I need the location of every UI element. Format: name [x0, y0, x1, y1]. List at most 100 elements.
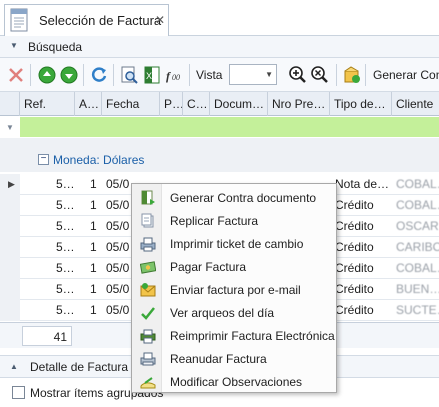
toolbar-separator: [30, 64, 31, 86]
cell-ref: 5…: [56, 303, 75, 317]
svg-text:00: 00: [172, 73, 180, 82]
row-selector[interactable]: [0, 300, 20, 321]
column-header-documento[interactable]: Docum…: [210, 92, 268, 116]
cell-a: 1: [90, 240, 97, 254]
function-icon[interactable]: f 00: [165, 65, 185, 85]
vista-select[interactable]: ▼: [229, 64, 277, 85]
menu-item-reimprimir-factura[interactable]: Reimprimir Factura Electrónica: [132, 324, 336, 347]
cell-ref: 5…: [56, 282, 75, 296]
menu-item-label: Modificar Observaciones: [170, 375, 303, 389]
row-selector[interactable]: [0, 279, 20, 300]
column-header-cliente[interactable]: Cliente: [392, 92, 439, 116]
group-row[interactable]: − Moneda: Dólares: [0, 148, 439, 172]
excel-export-icon[interactable]: X: [142, 65, 162, 85]
filter-icon: ▼: [6, 123, 14, 132]
current-row-icon: ▶: [8, 179, 15, 189]
replicate-icon: [141, 213, 154, 228]
expand-arrow-icon[interactable]: ▲: [10, 362, 18, 371]
search-section-label: Búsqueda: [28, 40, 83, 54]
delete-icon[interactable]: [6, 65, 26, 85]
row-count: 41: [22, 326, 72, 346]
column-header-c[interactable]: C…: [183, 92, 210, 116]
menu-item-replicar-factura[interactable]: Replicar Factura: [132, 209, 336, 232]
cell-tipo: Crédito: [335, 282, 374, 296]
document-generate-icon: [141, 190, 155, 205]
menu-item-imprimir-ticket[interactable]: Imprimir ticket de cambio: [132, 232, 336, 255]
email-icon: [140, 283, 156, 297]
column-header-fecha[interactable]: Fecha: [102, 92, 160, 116]
menu-item-label: Pagar Factura: [170, 260, 247, 274]
expand-arrow-icon[interactable]: ▼: [10, 41, 18, 50]
row-selector[interactable]: [0, 258, 20, 279]
context-menu: Generar Contra documento Replicar Factur…: [131, 183, 337, 393]
toolbar-separator: [189, 64, 190, 86]
column-header-p[interactable]: P…: [160, 92, 183, 116]
row-selector[interactable]: [0, 195, 20, 216]
cell-cliente: BUEN…: [396, 282, 439, 296]
grid-header: Ref. A… Fecha P… C… Docum… Nro Pre… Tipo…: [0, 92, 439, 116]
cell-tipo: Crédito: [335, 219, 374, 233]
printer-ticket-icon: [140, 237, 156, 252]
pay-icon: [140, 261, 156, 274]
document-tab-icon: [10, 8, 28, 32]
check-icon: [141, 307, 155, 320]
cell-a: 1: [90, 282, 97, 296]
row-selector[interactable]: [0, 216, 20, 237]
generate-document-icon[interactable]: [342, 65, 362, 85]
toolbar-separator: [113, 64, 114, 86]
search-section-header[interactable]: ▼ Búsqueda: [0, 36, 439, 58]
menu-item-modificar-observaciones[interactable]: Modificar Observaciones: [132, 370, 336, 393]
cell-cliente: COBAL…: [396, 177, 439, 191]
cell-fecha: 05/0: [106, 282, 130, 296]
generate-button[interactable]: Generar Con: [373, 68, 439, 82]
row-selector[interactable]: ▶: [0, 174, 20, 195]
menu-item-label: Imprimir ticket de cambio: [170, 237, 304, 251]
menu-item-pagar-factura[interactable]: Pagar Factura: [132, 255, 336, 278]
svg-text:f: f: [166, 69, 171, 83]
column-header-nro-presupuesto[interactable]: Nro Pre…: [268, 92, 330, 116]
menu-item-ver-arqueos[interactable]: Ver arqueos del día: [132, 301, 336, 324]
filter-input[interactable]: [20, 117, 439, 137]
row-selector[interactable]: [0, 237, 20, 258]
cell-a: 1: [90, 303, 97, 317]
cell-a: 1: [90, 177, 97, 191]
column-header-a[interactable]: A…: [75, 92, 102, 116]
cell-a: 1: [90, 198, 97, 212]
svg-text:X: X: [146, 71, 152, 81]
refresh-icon[interactable]: [89, 65, 109, 85]
collapse-group-icon[interactable]: −: [38, 154, 49, 165]
detail-section-label: Detalle de Factura: [30, 360, 129, 374]
column-header-tipo[interactable]: Tipo de…: [330, 92, 392, 116]
move-up-icon[interactable]: [37, 65, 57, 85]
column-header-ref[interactable]: Ref.: [20, 92, 75, 116]
cell-fecha: 05/0: [106, 219, 130, 233]
group-items-checkbox[interactable]: [12, 386, 25, 399]
move-down-icon[interactable]: [59, 65, 79, 85]
chevron-down-icon[interactable]: ▼: [265, 70, 273, 79]
zoom-reset-icon[interactable]: [310, 65, 330, 85]
cell-cliente: SUCTE…: [396, 303, 439, 317]
menu-item-label: Ver arqueos del día: [170, 306, 275, 320]
cell-a: 1: [90, 219, 97, 233]
cell-cliente: OSCAR…: [396, 219, 439, 233]
cell-tipo: Crédito: [335, 261, 374, 275]
tab-seleccion-factura[interactable]: Selección de Factura ✕: [4, 4, 169, 36]
resume-icon: [140, 352, 156, 366]
tab-close-icon[interactable]: ✕: [155, 13, 165, 27]
preview-icon[interactable]: [119, 65, 139, 85]
edit-notes-icon: [140, 377, 156, 389]
toolbar-separator: [83, 64, 84, 86]
cell-fecha: 05/0: [106, 261, 130, 275]
cell-fecha: 05/0: [106, 198, 130, 212]
cell-tipo: Crédito: [335, 240, 374, 254]
menu-item-enviar-email[interactable]: Enviar factura por e-mail: [132, 278, 336, 301]
cell-fecha: 05/0: [106, 177, 130, 191]
zoom-in-icon[interactable]: [288, 65, 308, 85]
cell-tipo: Crédito: [335, 303, 374, 317]
cell-ref: 5…: [56, 261, 75, 275]
menu-item-reanudar-factura[interactable]: Reanudar Factura: [132, 347, 336, 370]
cell-ref: 5…: [56, 219, 75, 233]
menu-item-generar-contra-documento[interactable]: Generar Contra documento: [132, 186, 336, 209]
menu-item-label: Enviar factura por e-mail: [170, 283, 301, 297]
cell-ref: 5…: [56, 177, 75, 191]
